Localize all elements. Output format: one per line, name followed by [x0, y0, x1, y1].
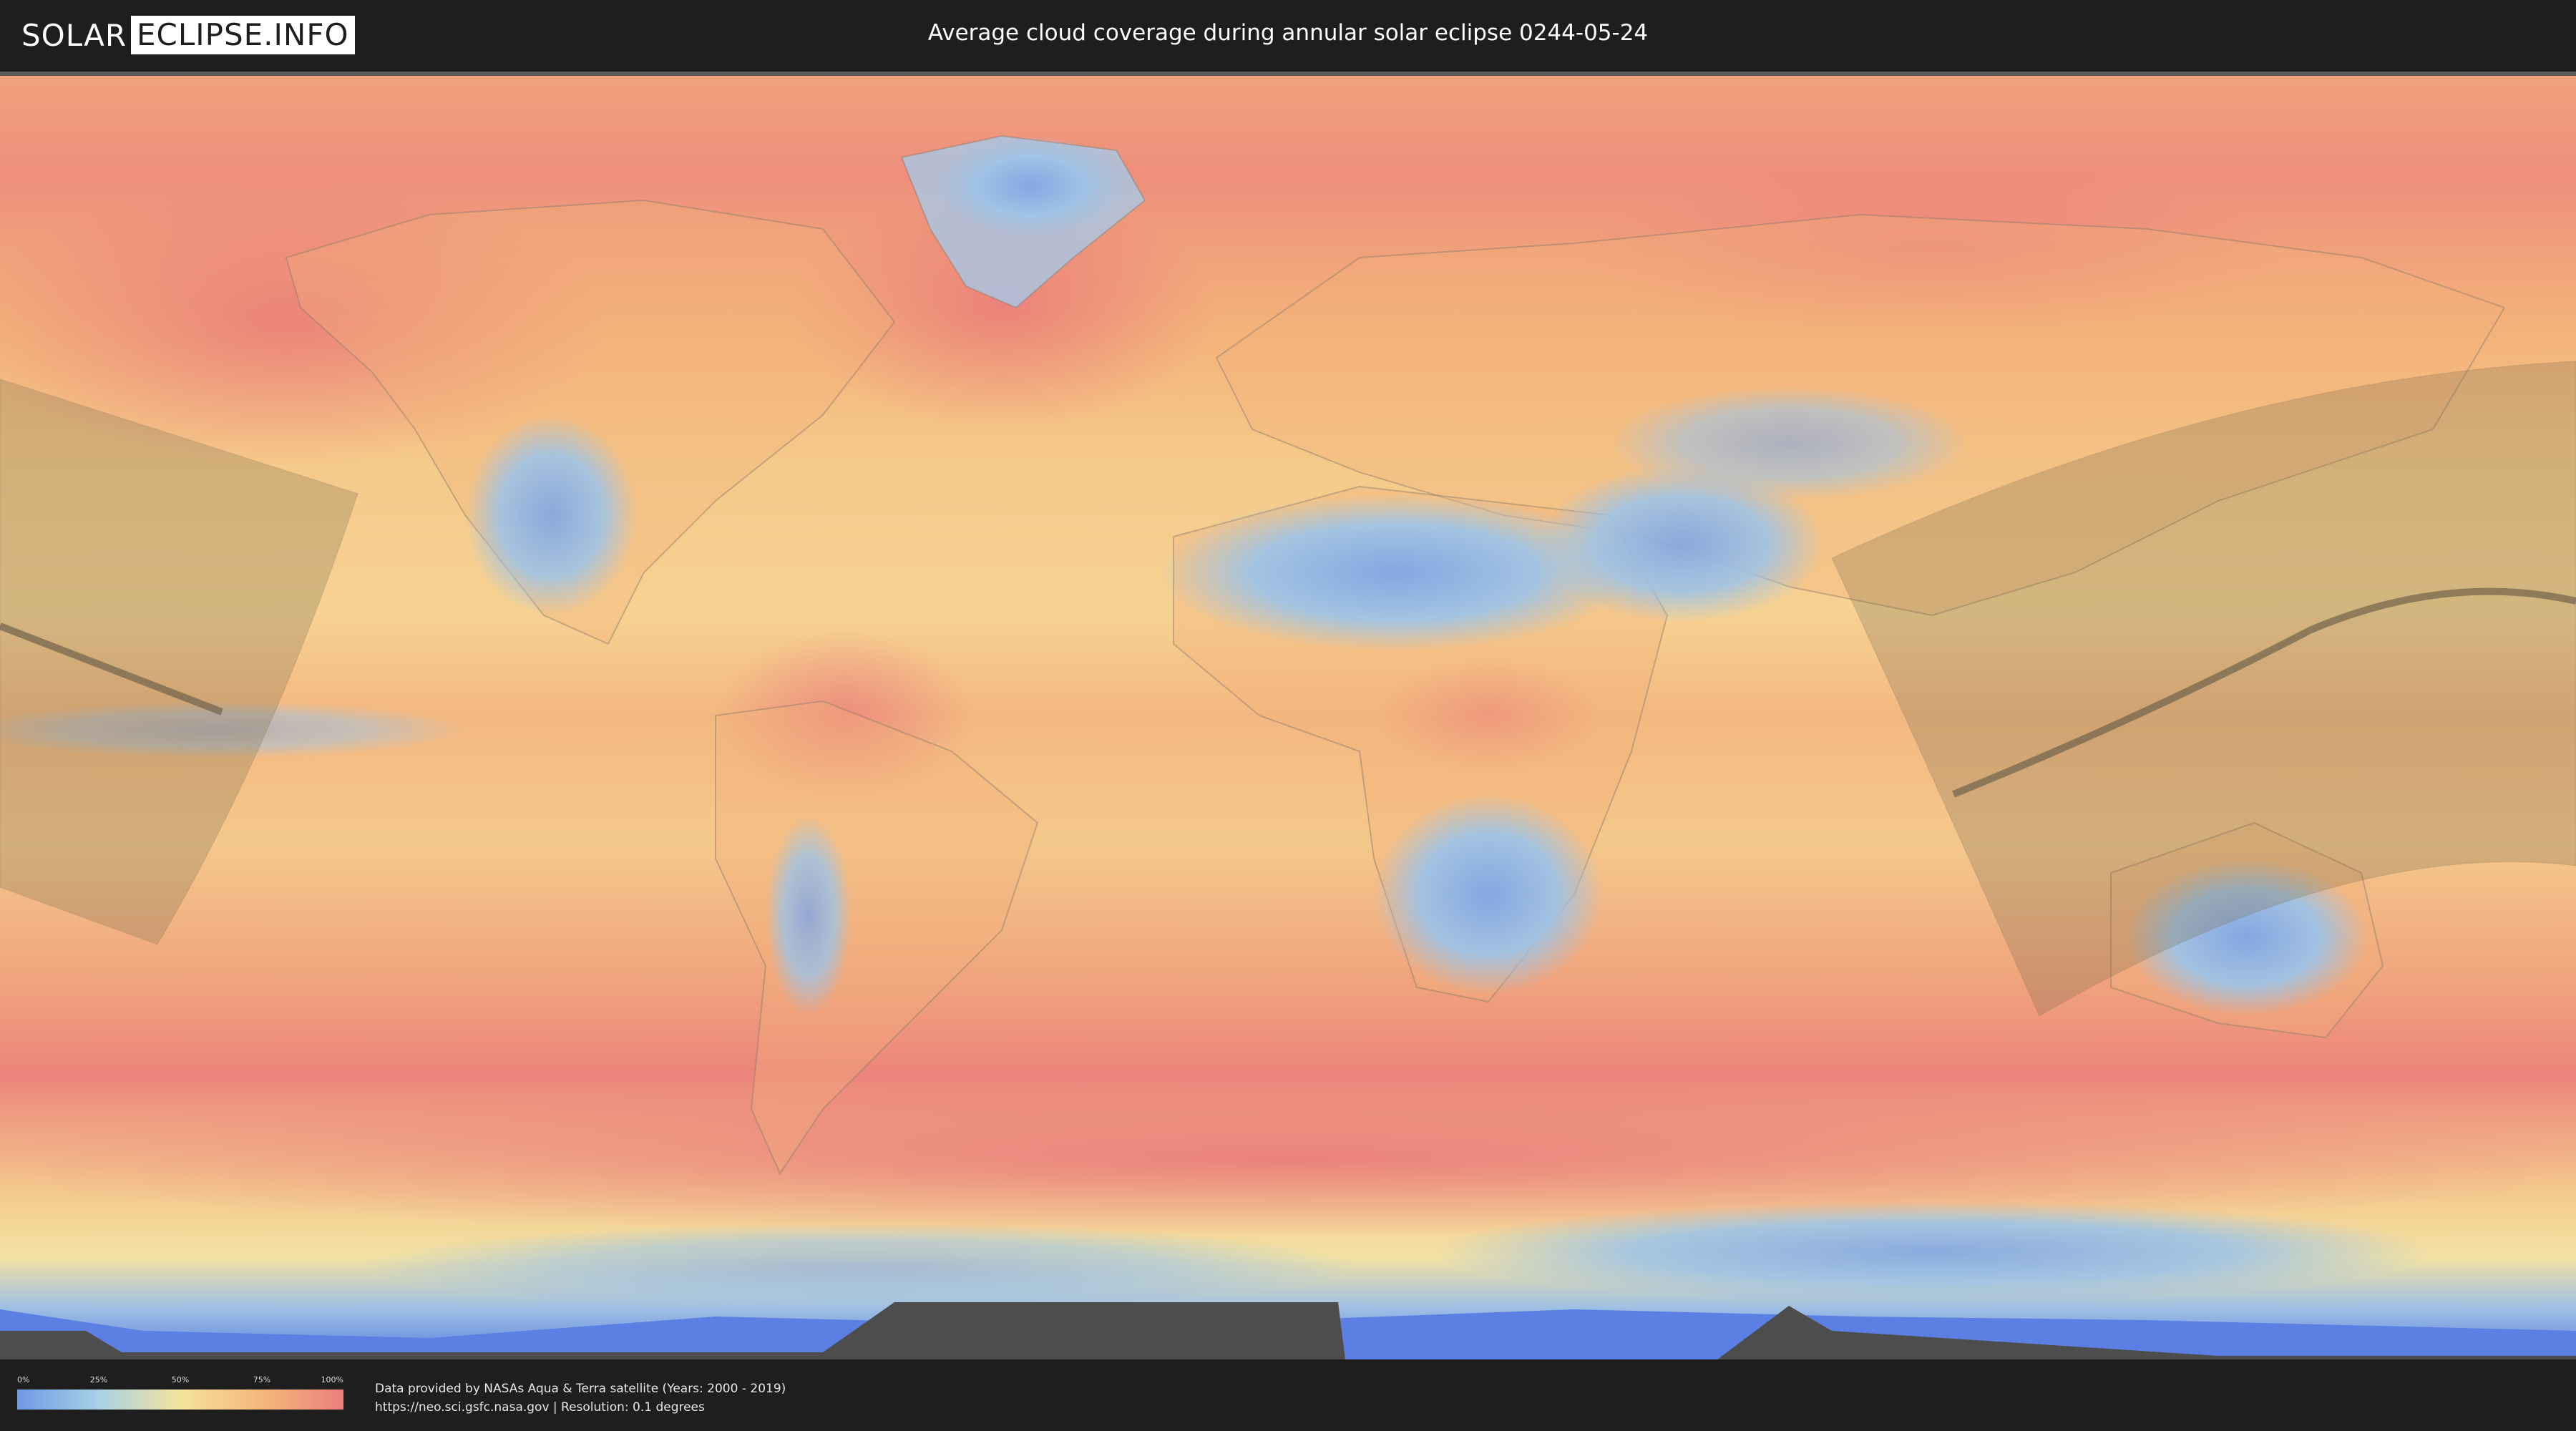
andes-clear-area: [766, 816, 852, 1016]
credit-line-url[interactable]: https://neo.sci.gsfc.nasa.gov | Resoluti…: [375, 1398, 786, 1417]
central-asia-clear-area: [1610, 386, 1968, 501]
mexico-clear-area: [465, 415, 637, 615]
cloud-coverage-legend: 0% 25% 50% 75% 100%: [17, 1375, 343, 1418]
legend-tick-50: 50%: [171, 1375, 190, 1384]
credit-line-source: Data provided by NASAs Aqua & Terra sate…: [375, 1382, 786, 1396]
legend-color-bar: [17, 1390, 343, 1410]
greenland-clear-area: [937, 136, 1123, 236]
legend-tick-100: 100%: [321, 1375, 343, 1384]
logo-solar-text: SOLAR: [21, 17, 127, 53]
map-top-edge: [0, 72, 2576, 76]
data-credits: Data provided by NASAs Aqua & Terra sate…: [375, 1379, 786, 1417]
antarctica-west-clear-area: [358, 1224, 1360, 1309]
logo-eclipse-text: ECLIPSE.INFO: [131, 16, 355, 54]
world-map: [0, 72, 2576, 1359]
southern-africa-clear-area: [1374, 794, 1603, 995]
header-bar: SOLAR ECLIPSE.INFO Average cloud coverag…: [0, 0, 2576, 72]
legend-tick-75: 75%: [253, 1375, 271, 1384]
antarctica-clear-area: [1431, 1202, 2433, 1302]
footer-bar: 0% 25% 50% 75% 100% Data provided by NAS…: [0, 1359, 2576, 1431]
cloud-coverage-map[interactable]: [0, 72, 2576, 1359]
legend-tick-25: 25%: [89, 1375, 108, 1384]
legend-ticks: 0% 25% 50% 75% 100%: [17, 1375, 343, 1387]
page-title: Average cloud coverage during annular so…: [927, 20, 1649, 46]
site-logo[interactable]: SOLAR ECLIPSE.INFO: [21, 16, 355, 54]
legend-tick-0: 0%: [17, 1375, 30, 1384]
